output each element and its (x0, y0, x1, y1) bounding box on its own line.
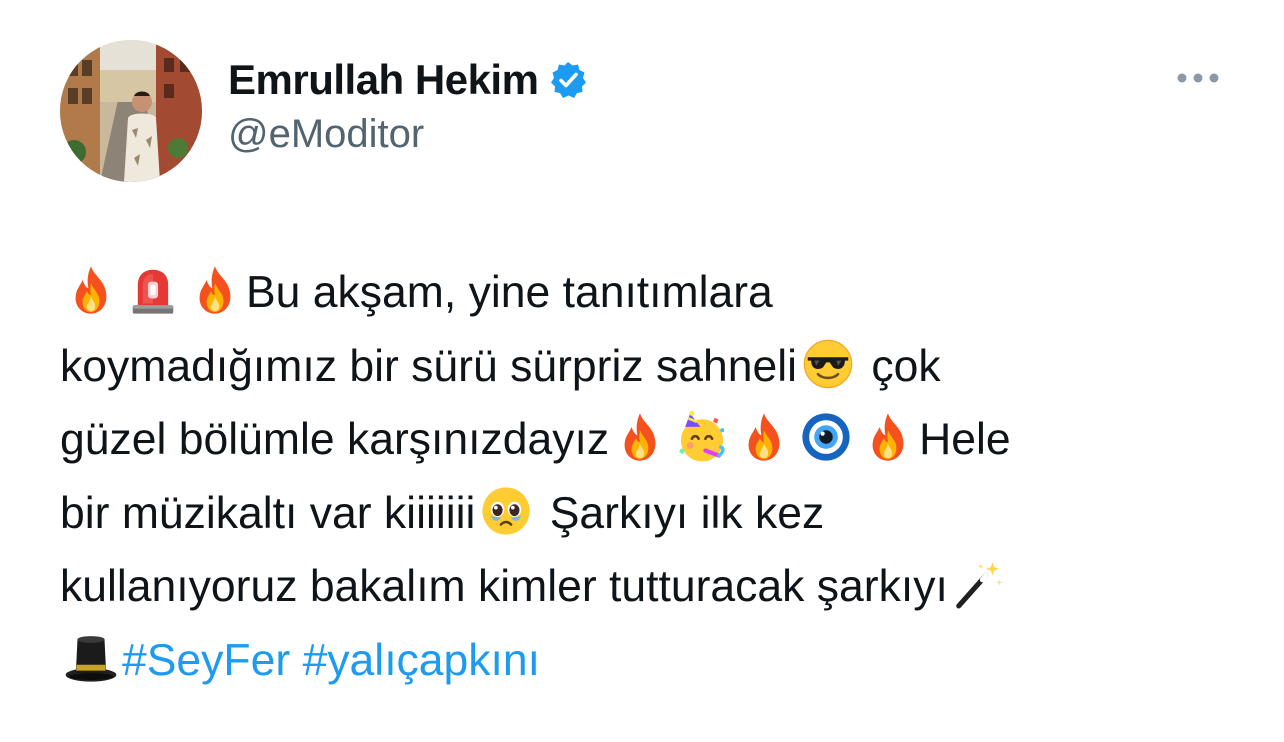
fire-emoji-icon (861, 410, 915, 464)
evil-eye-emoji-icon (799, 410, 853, 464)
fire-emoji-icon (737, 410, 791, 464)
tweet-line: güzel bölümle karşınızdayız Hele (60, 403, 1240, 477)
tweet-line: kullanıyoruz bakalım kimler tutturacak ş… (60, 550, 1240, 624)
siren-emoji-icon (126, 263, 180, 317)
hashtag-link[interactable]: #SeyFer (122, 636, 290, 685)
more-options-icon[interactable] (1170, 60, 1226, 96)
tweet-text-segment: kullanıyoruz bakalım kimler tutturacak ş… (60, 562, 948, 611)
tweet-line: koymadığımız bir sürü sürpriz sahneli ço… (60, 330, 1240, 404)
avatar[interactable] (60, 40, 202, 182)
tweet-text-segment: koymadığımız bir sürü sürpriz sahneli (60, 341, 797, 391)
pleading-face-emoji-icon (479, 484, 533, 538)
tweet-text-segment: Bu akşam, yine tanıtımlara (246, 268, 773, 317)
tweet-text-segment: bir müzikaltı var kiiiiiii (60, 488, 476, 538)
tweet-text-segment: güzel bölümle karşınızdayız (60, 415, 610, 464)
author-display-name[interactable]: Emrullah Hekim (228, 56, 539, 104)
tweet-text: Bu akşam, yine tanıtımlara koymadığımız … (60, 256, 1240, 697)
top-hat-emoji-icon (64, 631, 118, 685)
profile-photo-icon (60, 40, 202, 182)
hashtag-link[interactable]: #yalıçapkını (303, 636, 540, 685)
tweet-text-segment: Şarkıyı ilk kez (537, 488, 825, 538)
tweet-text-segment: çok (859, 341, 941, 391)
tweet-line: Bu akşam, yine tanıtımlara (60, 256, 1240, 330)
sunglasses-emoji-icon (801, 337, 855, 391)
author-name-row: Emrullah Hekim (228, 52, 588, 108)
verified-badge-icon (548, 60, 588, 100)
tweet-text-segment: Hele (919, 415, 1011, 464)
party-face-emoji-icon (675, 410, 729, 464)
fire-emoji-icon (188, 263, 242, 317)
tweet-line: #SeyFer #yalıçapkını (60, 624, 1240, 698)
author-handle[interactable]: @eModitor (228, 112, 424, 157)
fire-emoji-icon (613, 410, 667, 464)
magic-wand-emoji-icon (952, 557, 1006, 611)
tweet-line: bir müzikaltı var kiiiiiii Şarkıyı ilk k… (60, 477, 1240, 551)
tweet: Emrullah Hekim @eModitor Bu akşam, yine … (0, 0, 1284, 742)
fire-emoji-icon (64, 263, 118, 317)
